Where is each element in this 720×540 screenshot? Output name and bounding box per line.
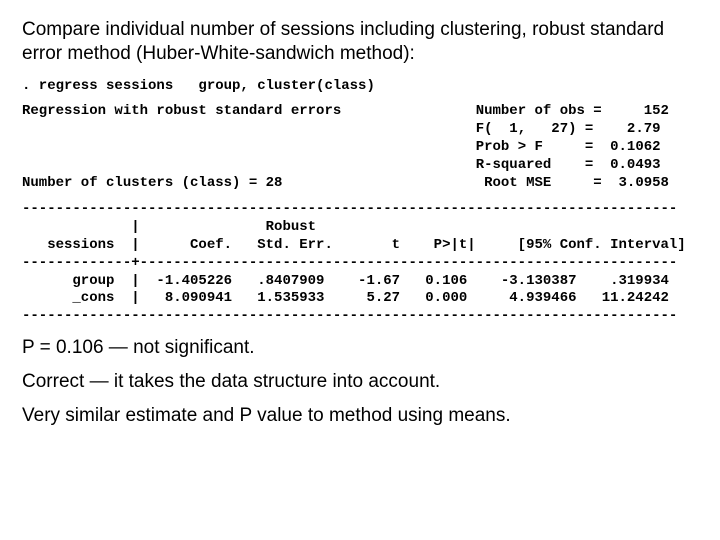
table-row: group | -1.405226 .8407909 -1.67 0.106 -… bbox=[22, 273, 698, 291]
stats-row-5: Number of clusters (class) = 28 Root MSE… bbox=[22, 175, 698, 193]
conclusion-p1: P = 0.106 — not significant. bbox=[22, 336, 698, 360]
table-header-robust: | Robust bbox=[22, 219, 698, 237]
table-header-cols: sessions | Coef. Std. Err. t P>|t| [95% … bbox=[22, 237, 698, 255]
stats-row-1: Regression with robust standard errors N… bbox=[22, 103, 698, 121]
conclusion-p2: Correct — it takes the data structure in… bbox=[22, 370, 698, 394]
stats-row-4: R-squared = 0.0493 bbox=[22, 157, 698, 175]
f-label: F( 1, 27) = bbox=[476, 121, 594, 137]
table-mid-rule: -------------+--------------------------… bbox=[22, 255, 698, 273]
clusters-line: Number of clusters (class) = 28 bbox=[22, 175, 282, 191]
rmse-value: 3.0958 bbox=[619, 175, 669, 191]
f-value: 2.79 bbox=[627, 121, 661, 137]
prob-label: Prob > F = bbox=[476, 139, 594, 155]
table-row: _cons | 8.090941 1.535933 5.27 0.000 4.9… bbox=[22, 290, 698, 308]
rmse-label: Root MSE = bbox=[484, 175, 602, 191]
r2-value: 0.0493 bbox=[610, 157, 660, 173]
nobs-value: 152 bbox=[644, 103, 669, 119]
stata-command: . regress sessions group, cluster(class) bbox=[22, 78, 698, 96]
reg-title: Regression with robust standard errors bbox=[22, 103, 341, 119]
slide: Compare individual number of sessions in… bbox=[0, 0, 720, 456]
stats-row-2: F( 1, 27) = 2.79 bbox=[22, 121, 698, 139]
conclusion-p3: Very similar estimate and P value to met… bbox=[22, 404, 698, 428]
slide-heading: Compare individual number of sessions in… bbox=[22, 18, 698, 66]
nobs-label: Number of obs = bbox=[476, 103, 602, 119]
table-top-rule: ----------------------------------------… bbox=[22, 201, 698, 219]
table-bottom-rule: ----------------------------------------… bbox=[22, 308, 698, 326]
stats-row-3: Prob > F = 0.1062 bbox=[22, 139, 698, 157]
r2-label: R-squared = bbox=[476, 157, 594, 173]
prob-value: 0.1062 bbox=[610, 139, 660, 155]
